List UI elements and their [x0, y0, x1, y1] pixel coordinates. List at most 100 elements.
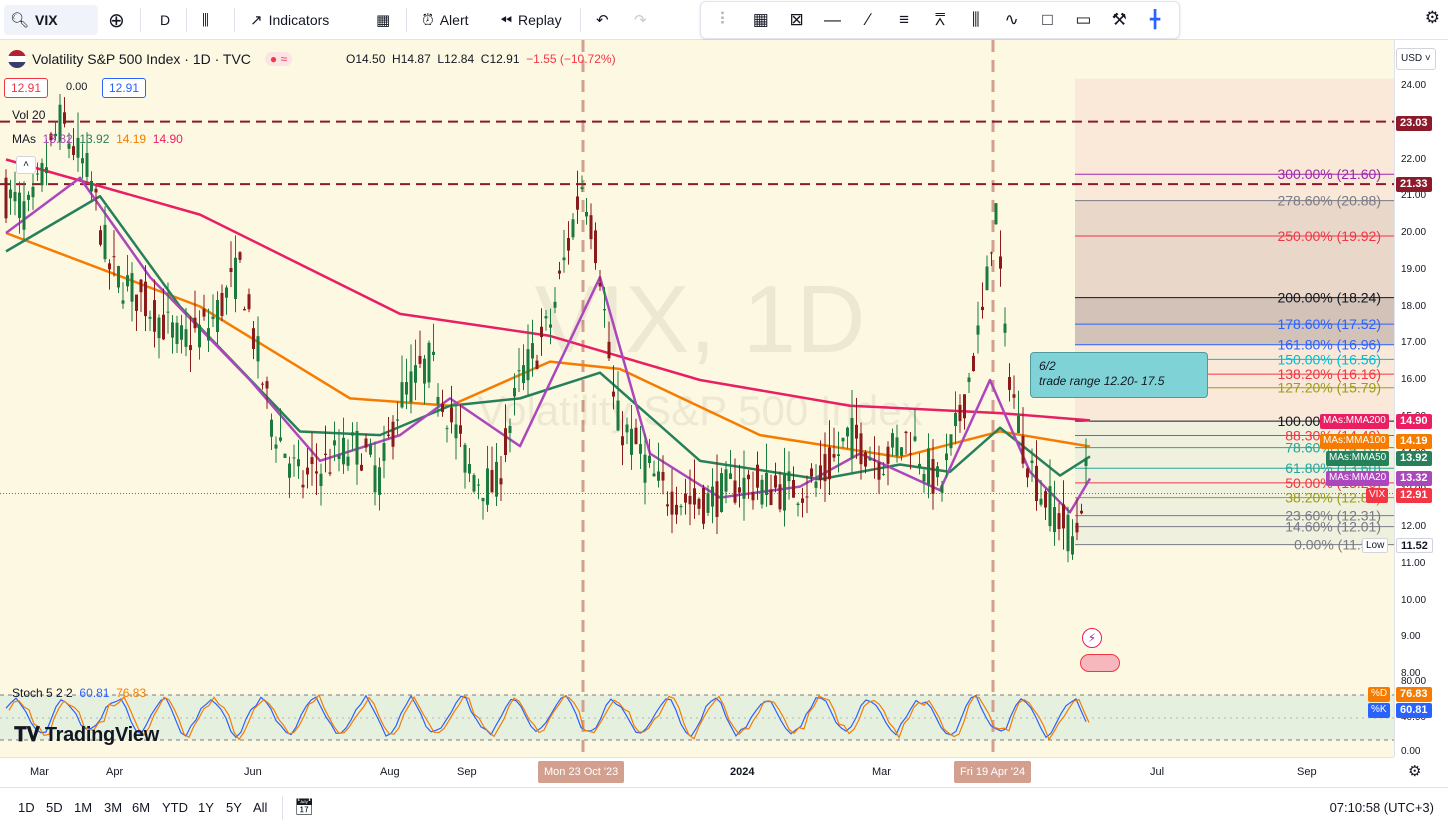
candle-body: [193, 317, 197, 329]
candle-body: [346, 456, 350, 466]
candle-body: [738, 487, 741, 493]
callout-icon[interactable]: ▭: [1071, 10, 1095, 30]
trade-range-callout[interactable]: 6/2 trade range 12.20- 17.5: [1030, 352, 1208, 398]
candle-body: [846, 427, 849, 437]
candle-body: [823, 454, 827, 482]
buy-price-box[interactable]: 12.91: [102, 78, 147, 98]
range-6m[interactable]: 6M: [132, 800, 150, 815]
fib-level-label: 250.00% (19.92): [1277, 228, 1381, 244]
us-flag-icon: [8, 50, 26, 68]
range-5y[interactable]: 5Y: [226, 800, 242, 815]
pitchfork-icon[interactable]: ⩞: [928, 10, 952, 30]
range-5d[interactable]: 5D: [46, 800, 63, 815]
candle-body: [904, 431, 908, 434]
candle-body: [13, 191, 17, 202]
candle-body: [396, 419, 399, 421]
candle-body: [1071, 536, 1074, 555]
ma20-axis-label: 13.32: [1396, 471, 1432, 486]
price-tick: 9.00: [1401, 631, 1421, 643]
events-flags-icon[interactable]: [1080, 654, 1120, 672]
undo-button[interactable]: ↶: [596, 5, 609, 35]
candle-body: [976, 325, 980, 335]
candle-body: [247, 294, 251, 310]
candle-body: [571, 219, 575, 238]
candle-body: [981, 306, 984, 311]
candle-body: [1017, 415, 1020, 433]
candle-body: [544, 316, 548, 319]
range-ytd[interactable]: YTD: [162, 800, 188, 815]
trend-line-icon[interactable]: ∕: [856, 10, 880, 30]
indicators-button[interactable]: ↗ Indicators: [250, 5, 329, 35]
wave-icon[interactable]: ∿: [1000, 10, 1024, 30]
price-chart[interactable]: 300.00% (21.60) 278.60% (20.88) 250.00% (1…: [0, 40, 1394, 757]
stoch-k-name-label: %K: [1368, 703, 1390, 718]
change-value: −1.55 (−10.72%): [526, 52, 616, 66]
candle-body: [283, 453, 287, 459]
calendar-icon[interactable]: 📅︎: [294, 797, 314, 817]
alert-button[interactable]: ⏰︎ Alert: [422, 5, 469, 35]
flash-icon[interactable]: ⚡: [1082, 628, 1102, 648]
candle-body: [360, 464, 363, 471]
candle-body: [720, 473, 723, 512]
candle-body: [1053, 507, 1056, 533]
candle-body: [864, 452, 867, 467]
candle-body: [751, 492, 755, 501]
top-toolbar: 🔍︎ VIX ⊕ D ⫼ ↗ Indicators ▦ ⏰︎ Alert ⏪︎ …: [0, 0, 1448, 40]
candle-body: [265, 381, 269, 389]
position-tool-icon[interactable]: ⫼: [964, 10, 988, 30]
add-symbol-button[interactable]: ⊕: [108, 5, 125, 35]
candle-body: [211, 316, 215, 320]
candle-body: [189, 345, 192, 351]
candle-body: [562, 257, 566, 261]
range-3m[interactable]: 3M: [104, 800, 122, 815]
candle-body: [432, 351, 435, 355]
collapse-legend-icon[interactable]: ˄: [16, 156, 36, 174]
range-1y[interactable]: 1Y: [198, 800, 214, 815]
range-1m[interactable]: 1M: [74, 800, 92, 815]
candle-body: [72, 146, 75, 155]
crosshair-icon[interactable]: ╋: [1143, 10, 1167, 30]
ma200-value: 14.90: [152, 132, 183, 146]
fib-retracement-icon[interactable]: ≡: [892, 10, 916, 30]
price-tick: 19.00: [1401, 263, 1427, 275]
time-label: Jul: [1150, 766, 1165, 778]
sell-price-box[interactable]: 12.91: [4, 78, 49, 98]
candle-body: [504, 428, 507, 456]
time-highlight-apr: Fri 19 Apr '24: [954, 761, 1032, 783]
chart-pane[interactable]: 300.00% (21.60) 278.60% (20.88) 250.00% (1…: [0, 40, 1394, 757]
candle-body: [787, 471, 791, 482]
chart-type-button[interactable]: ⫼: [202, 5, 209, 35]
candle-body: [22, 201, 26, 230]
currency-button[interactable]: USD ˅: [1396, 48, 1436, 70]
interval-button[interactable]: D: [160, 5, 170, 35]
candle-body: [166, 311, 170, 313]
candle-body: [337, 454, 341, 459]
candle-body: [153, 300, 156, 332]
comment-icon[interactable]: □: [1036, 10, 1060, 30]
candle-body: [157, 317, 161, 339]
settings-icon[interactable]: ⚙: [1425, 8, 1440, 28]
drag-handle-icon[interactable]: ⠇: [713, 10, 737, 30]
grid-tool-icon[interactable]: ▦: [749, 10, 773, 30]
candle-body: [792, 480, 795, 498]
candle-body: [927, 448, 930, 485]
brush-icon[interactable]: ⚒: [1107, 10, 1131, 30]
price-axis[interactable]: 24.0023.0022.0021.0020.0019.0018.0017.00…: [1394, 40, 1448, 757]
candle-body: [558, 270, 561, 274]
price-tick: 18.00: [1401, 300, 1427, 312]
redo-button[interactable]: ↷: [634, 5, 647, 35]
range-1d[interactable]: 1D: [18, 800, 35, 815]
horizontal-line-icon[interactable]: —: [820, 10, 844, 30]
time-axis-settings-icon[interactable]: ⚙: [1408, 762, 1421, 780]
templates-button[interactable]: ▦: [376, 5, 390, 35]
range-all[interactable]: All: [253, 800, 267, 815]
candle-body: [886, 446, 890, 464]
candle-body: [463, 444, 467, 473]
alarm-icon: ⏰︎: [422, 11, 434, 29]
symbol-search[interactable]: 🔍︎ VIX: [4, 5, 98, 35]
market-status-icon: ● ≈: [264, 52, 293, 66]
gann-box-icon[interactable]: ⊠: [785, 10, 809, 30]
candle-body: [684, 493, 687, 503]
time-axis[interactable]: Mar Apr Jun Aug Sep 2024 Mar Jul Sep Mon…: [0, 757, 1394, 787]
replay-button[interactable]: ⏪︎ Replay: [500, 5, 562, 35]
